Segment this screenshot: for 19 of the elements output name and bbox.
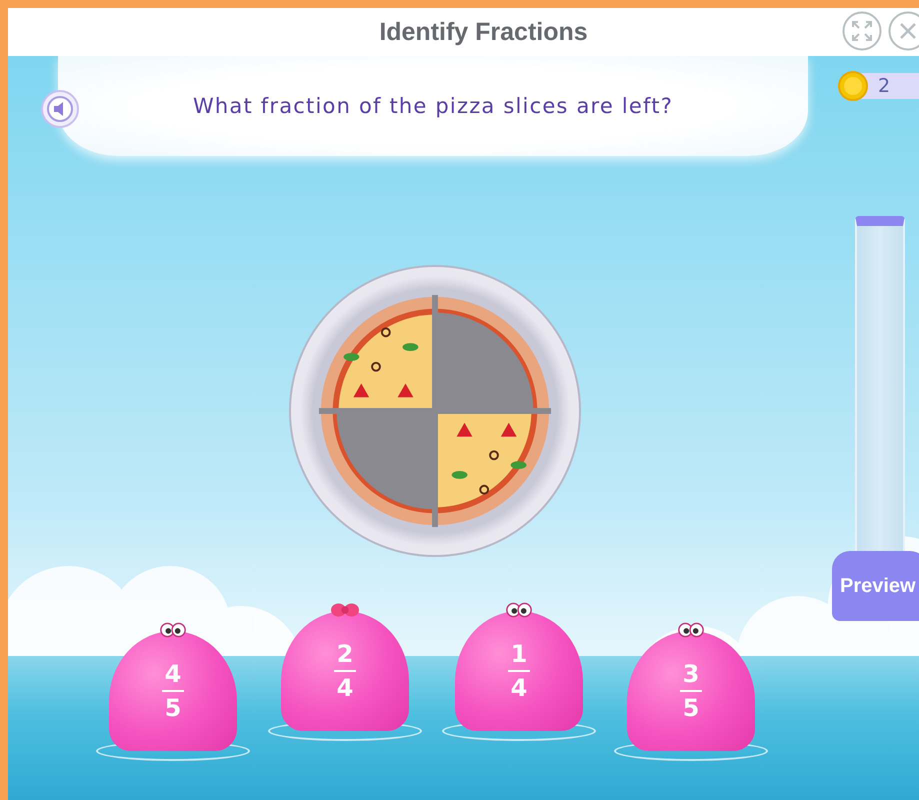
denominator: 5	[164, 695, 182, 722]
numerator: 3	[682, 660, 700, 687]
denominator: 4	[510, 675, 528, 702]
close-icon[interactable]	[888, 11, 919, 51]
numerator: 1	[510, 640, 528, 667]
question-text: What fraction of the pizza slices are left?	[192, 94, 674, 118]
bow-icon	[331, 602, 359, 618]
denominator: 4	[336, 675, 354, 702]
answer-jellyfish[interactable]: 2 4	[281, 611, 409, 731]
fullscreen-icon[interactable]	[842, 11, 882, 51]
window-title: Identify Fractions	[379, 18, 588, 46]
numerator: 2	[336, 640, 354, 667]
denominator: 5	[682, 695, 700, 722]
preview-button[interactable]: Preview	[832, 551, 919, 621]
coin-icon	[838, 71, 868, 101]
numerator: 4	[164, 660, 182, 687]
answer-jellyfish[interactable]: 3 5	[627, 631, 755, 751]
answer-jellyfish[interactable]: 1 4	[455, 611, 583, 731]
speaker-icon[interactable]	[40, 89, 80, 129]
